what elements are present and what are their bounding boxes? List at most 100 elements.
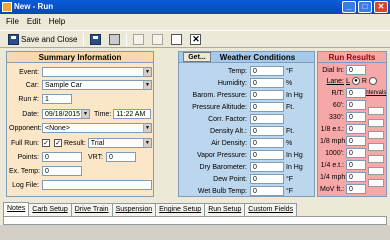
points-input[interactable]: 0 [42,152,82,162]
weather-field-label: Dew Point: [213,175,247,183]
weather-row: Air Density: 0% [181,138,292,148]
intervals-label: intervals [364,90,387,96]
interval-input[interactable] [368,179,384,187]
result-row: 1000': 0 [320,148,366,158]
tab-carb-setup[interactable]: Carb Setup [28,203,72,216]
tab-drive-train[interactable]: Drive Train [70,203,113,216]
result-field-input[interactable]: 0 [346,184,366,194]
minimize-button[interactable]: _ [342,1,356,13]
weather-field-input[interactable]: 0 [250,126,284,136]
weather-field-input[interactable]: 0 [250,114,284,124]
menu-edit[interactable]: Edit [27,17,41,26]
maximize-button[interactable]: □ [358,1,372,13]
weather-row: Dry Barometer: 0 In Hg [181,162,303,172]
weather-field-unit: Ft. [286,127,295,135]
log-file-input[interactable] [42,180,152,190]
print-button[interactable] [107,32,122,46]
weather-field-label: Vapor Pressure: [196,151,247,159]
weather-row: Barom. Pressure: 0 In Hg [181,90,303,100]
result-field-input[interactable]: 0 [346,88,366,98]
weather-row: Vapor Pressure: 0 In Hg [181,150,303,160]
weather-field-input[interactable]: 0 [250,138,284,148]
cut-button[interactable] [131,32,146,46]
opponent-select[interactable]: <None> ▼ [42,123,152,133]
interval-input[interactable] [368,107,384,115]
date-picker[interactable]: 09/18/2015 ▼ [42,109,90,119]
date-label: Date: [22,110,39,118]
interval-input[interactable] [368,155,384,163]
dial-in-input[interactable]: 0 [346,65,366,75]
lane-label: Lane: [326,77,344,85]
event-select[interactable]: ▼ [42,67,152,77]
save-button[interactable] [88,32,103,46]
result-field-input[interactable]: 0 [346,160,366,170]
weather-field-input[interactable]: 0 [250,90,284,100]
weather-row: Wet Bulb Temp: 0 °F [181,186,293,196]
copy-button[interactable] [150,32,165,46]
weather-field-input[interactable]: 0 [250,102,284,112]
close-window-button[interactable]: ✕ [374,1,388,13]
paste-button[interactable] [169,32,184,46]
result-field-label: 330': [329,113,344,121]
time-input[interactable]: 11:22 AM [113,109,152,119]
save-icon [8,33,19,45]
result-field-label: 60': [332,101,344,109]
tab-strip: Notes Carb Setup Drive Train Suspension … [3,202,298,216]
delete-button[interactable]: ✕ [188,32,203,46]
opponent-label: Opponent: [9,124,42,132]
interval-input[interactable] [368,119,384,127]
result-field-input[interactable]: 0 [346,100,366,110]
tab-notes[interactable]: Notes [3,202,30,216]
event-label: Event: [19,68,39,76]
result-field-label: 1/4 mph: [320,173,348,181]
vrt-input[interactable]: 0 [106,152,137,162]
tab-engine-setup[interactable]: Engine Setup [155,203,206,216]
weather-field-input[interactable]: 0 [250,78,284,88]
print-icon [109,33,121,45]
result-field-input[interactable]: 0 [346,148,366,158]
tab-suspension[interactable]: Suspension [111,203,157,216]
weather-field-label: Barom. Pressure: [192,91,247,99]
tab-custom-fields[interactable]: Custom Fields [244,203,298,216]
summary-panel: Summary Information Event: ▼ Car: Sample… [6,51,154,197]
weather-field-input[interactable]: 0 [250,150,284,160]
weather-field-input[interactable]: 0 [250,66,284,76]
car-select[interactable]: Sample Car ▼ [42,80,152,90]
results-title: Run Results [318,52,386,63]
menu-help[interactable]: Help [49,17,65,26]
window-title: New - Run [14,2,54,11]
result-field-input[interactable]: 0 [346,136,366,146]
weather-field-input[interactable]: 0 [250,162,284,172]
save-and-close-label: Save and Close [21,34,78,44]
result-checkbox[interactable]: ✓ [54,139,62,147]
weather-field-input[interactable]: 0 [250,186,284,196]
save-and-close-button[interactable]: Save and Close [6,32,79,46]
notes-text-area[interactable] [3,216,387,225]
menu-file[interactable]: File [6,17,19,26]
result-field-input[interactable]: 0 [346,172,366,182]
tab-run-setup[interactable]: Run Setup [204,203,246,216]
result-value: Trial [90,140,105,147]
full-run-checkbox[interactable]: ✓ [42,139,50,147]
weather-field-unit: In Hg [286,151,303,159]
weather-field-label: Dry Barometer: [199,163,247,171]
interval-input[interactable] [368,143,384,151]
get-weather-button[interactable]: Get... [183,52,211,62]
interval-input[interactable] [368,167,384,175]
result-select[interactable]: Trial ▼ [87,138,152,148]
run-number-input[interactable]: 1 [42,94,72,104]
result-row: 1/4 e.t.: 0 [320,160,366,170]
weather-field-unit: °F [286,67,294,75]
lane-r-radio[interactable] [368,77,377,85]
ex-temp-input[interactable]: 0 [42,166,82,176]
points-label: Points: [17,153,39,161]
weather-row: Dew Point: 0 °F [181,174,293,184]
lane-l-radio[interactable]: ● [351,77,360,85]
weather-field-label: Humidity: [217,79,247,87]
weather-field-input[interactable]: 0 [250,174,284,184]
weather-field-label: Air Density: [211,139,247,147]
interval-input[interactable] [368,131,384,139]
result-field-input[interactable]: 0 [346,124,366,134]
result-field-input[interactable]: 0 [346,112,366,122]
chevron-down-icon: ▼ [143,124,151,132]
